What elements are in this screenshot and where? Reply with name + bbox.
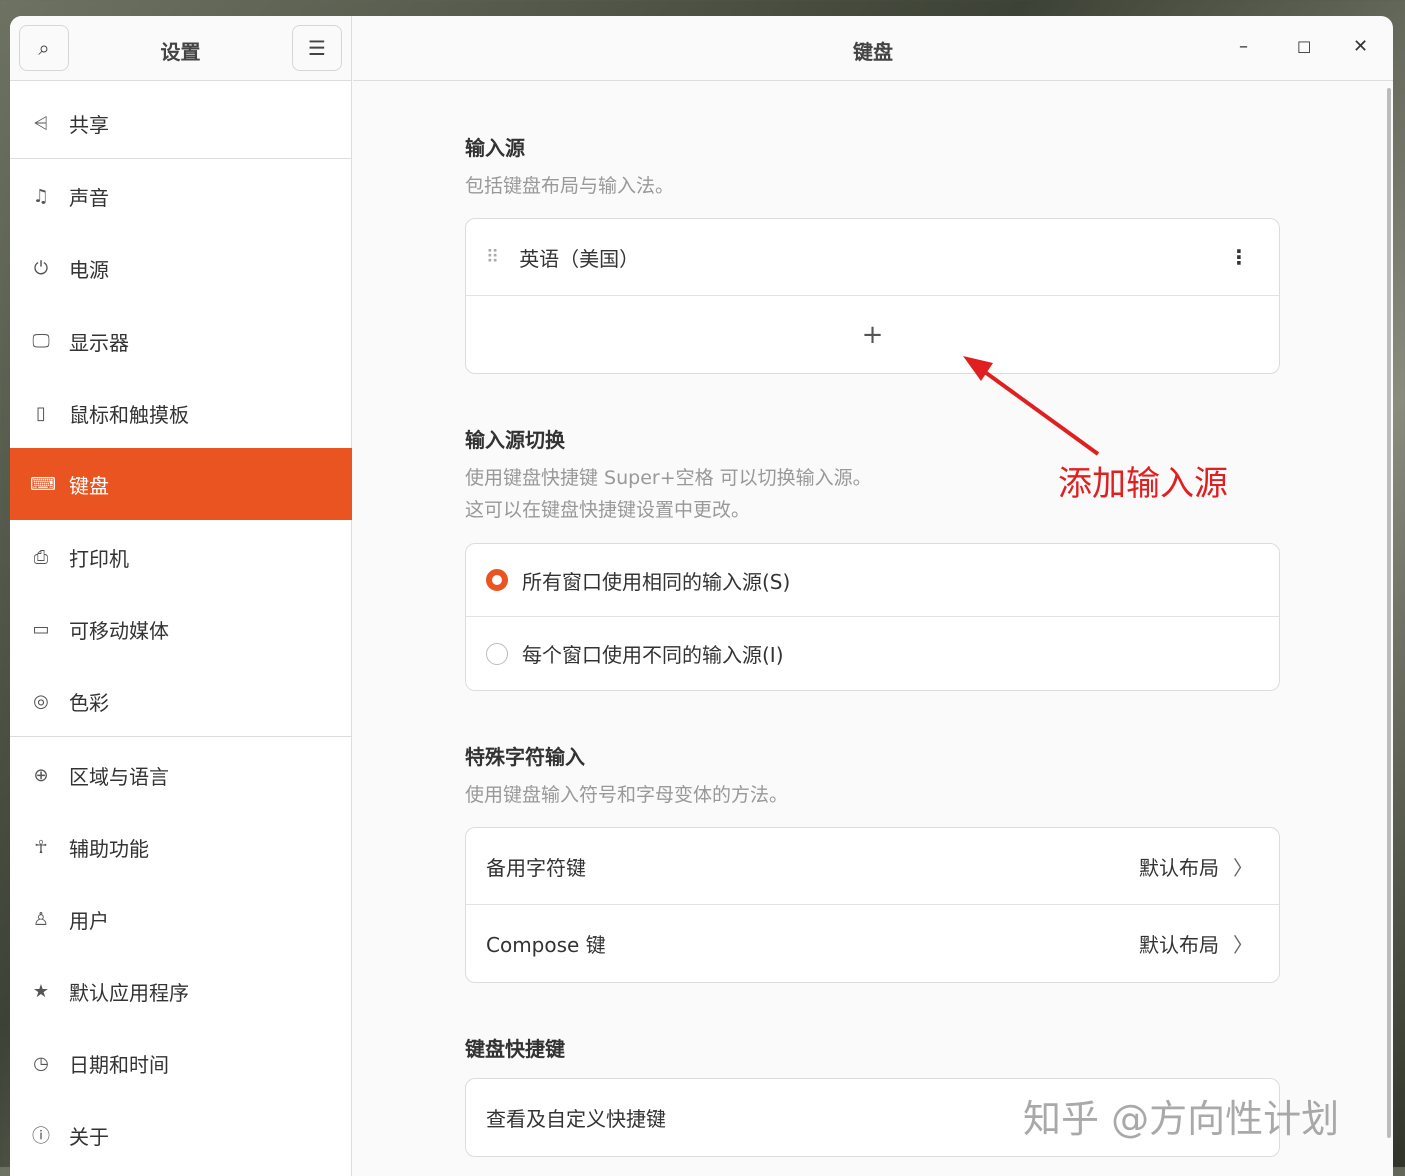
watermark: 知乎 @方向性计划 [1023,1097,1340,1141]
sidebar-item-label: 鼠标和触摸板 [69,402,189,427]
sidebar-item-label: 显示器 [69,330,129,355]
annotation-text: 添加输入源 [1058,464,1228,504]
sidebar-item[interactable]: ⎙ 打印机 [10,521,352,593]
chevron-right-icon: 〉 [1233,933,1253,957]
input-source-row[interactable]: ⠿ 英语（美国） ⋮ [466,219,1279,296]
radio-same-source[interactable]: 所有窗口使用相同的输入源(S) [466,544,1279,617]
sidebar-item[interactable]: ◷ 日期和时间 [10,1027,352,1099]
sidebar-item-label: 可移动媒体 [69,618,169,643]
row-label: 备用字符键 [486,855,586,880]
power-icon: ⏻ [33,257,49,279]
removable-media-icon: ▭ [32,618,50,640]
sidebar-item[interactable]: ♙ 用户 [10,883,352,955]
sidebar-item[interactable]: ▯ 鼠标和触摸板 [10,377,352,449]
section-desc: 这可以在键盘快捷键设置中更改。 [465,499,751,521]
star-icon: ★ [32,980,50,1002]
sidebar-item[interactable]: 🖵 显示器 [10,305,352,377]
share-icon: ⩤ [33,112,49,134]
minimize-button[interactable]: – [1239,36,1248,57]
accessibility-icon: ☥ [34,836,48,858]
section-title-input-sources: 输入源 [465,136,525,160]
sidebar-item[interactable]: ◎ 色彩 [10,665,352,737]
section-title-shortcuts: 键盘快捷键 [465,1037,565,1061]
sidebar-item-label: 共享 [69,112,109,137]
section-desc: 包括键盘布局与输入法。 [465,175,675,197]
scrollbar[interactable] [1387,88,1391,1138]
radio-button[interactable] [486,569,508,591]
display-icon: 🖵 [32,330,50,352]
clock-icon: ◷ [33,1052,49,1074]
sidebar-item[interactable]: ★ 默认应用程序 [10,955,352,1027]
menu-button[interactable]: ☰ [292,25,342,71]
page-title: 键盘 [853,40,893,64]
sidebar-item-label: 辅助功能 [69,836,149,861]
sidebar-item-label: 用户 [69,908,109,933]
option-label: 所有窗口使用相同的输入源(S) [522,569,791,594]
music-note-icon: ♫ [32,185,50,207]
sidebar-item-label: 电源 [69,257,109,282]
switching-options: 所有窗口使用相同的输入源(S) 每个窗口使用不同的输入源(I) [465,543,1280,691]
sidebar-item-label: 默认应用程序 [69,980,189,1005]
settings-window: ⌕ 设置 ☰ ⩤ 共享 ♫ 声音 ⏻ 电源 🖵 显示器 ▯ 鼠标和触摸板 ⌨ 键盘 ⎙ 打印机 ▭ 可移动媒体… [10,16,1393,1176]
sidebar-item[interactable]: ⌨ 键盘 [10,448,352,520]
close-button[interactable]: ✕ [1353,36,1368,57]
printer-icon: ⎙ [33,546,49,568]
sidebar-item-label: 键盘 [69,473,109,498]
sidebar-item-label: 打印机 [69,546,129,571]
sidebar-item[interactable]: ☥ 辅助功能 [10,811,352,883]
sidebar-item[interactable]: ⊕ 区域与语言 [10,739,352,811]
divider [10,158,352,159]
user-icon: ♙ [32,908,50,930]
row-label: 查看及自定义快捷键 [486,1107,666,1131]
mouse-icon: ▯ [36,402,46,424]
sidebar-item[interactable]: ⩤ 共享 [10,87,352,159]
section-desc: 使用键盘快捷键 Super+空格 可以切换输入源。 [465,467,872,489]
alternate-chars-key-row[interactable]: 备用字符键 默认布局〉 [466,828,1279,905]
sidebar-item-label: 色彩 [69,690,109,715]
sidebar-item[interactable]: ♫ 声音 [10,160,352,232]
input-sources-list: ⠿ 英语（美国） ⋮ + [465,218,1280,374]
info-icon: ⓘ [32,1126,50,1147]
sidebar-item[interactable]: ▭ 可移动媒体 [10,593,352,665]
section-desc: 使用键盘输入符号和字母变体的方法。 [465,784,789,806]
chevron-right-icon: 〉 [1233,855,1253,880]
radio-button[interactable] [486,642,508,665]
row-value: 默认布局 [1139,855,1219,880]
sidebar-item-label: 日期和时间 [69,1052,169,1077]
color-icon: ◎ [33,690,49,712]
drag-handle-icon[interactable]: ⠿ [486,247,499,268]
row-value: 默认布局 [1139,933,1219,957]
sidebar-item-label: 关于 [69,1124,109,1149]
row-label: Compose 键 [486,933,606,957]
input-source-label: 英语（美国） [519,246,640,271]
maximize-button[interactable]: ☐ [1297,38,1311,57]
sidebar-item-label: 声音 [69,185,109,210]
globe-icon: ⊕ [33,764,49,786]
radio-different-source[interactable]: 每个窗口使用不同的输入源(I) [466,617,1279,690]
section-title-switching: 输入源切换 [465,428,565,452]
compose-key-row[interactable]: Compose 键 默认布局〉 [466,905,1279,982]
sidebar-item[interactable]: ⏻ 电源 [10,232,352,304]
more-options-icon[interactable]: ⋮ [1229,245,1249,269]
sidebar-item[interactable]: ⓘ 关于 [10,1099,352,1171]
header-bar: 键盘 – ☐ ✕ [353,16,1393,81]
divider [10,736,352,737]
keyboard-icon: ⌨ [30,473,56,495]
annotation-arrow [963,356,1100,456]
add-input-source-button[interactable]: + [466,296,1279,373]
sidebar-item-label: 区域与语言 [69,764,169,789]
section-title-special: 特殊字符输入 [465,745,585,769]
sidebar-header: ⌕ 设置 ☰ [10,16,351,81]
sidebar: ⌕ 设置 ☰ ⩤ 共享 ♫ 声音 ⏻ 电源 🖵 显示器 ▯ 鼠标和触摸板 ⌨ 键盘 ⎙ 打印机 ▭ 可移动媒体… [10,16,352,1176]
hamburger-icon: ☰ [308,36,326,60]
plus-icon: + [861,319,884,350]
main-panel: 键盘 – ☐ ✕ 输入源 包括键盘布局与输入法。 ⠿ 英语（美国） ⋮ + 添加… [353,16,1393,1176]
option-label: 每个窗口使用不同的输入源(I) [522,643,784,667]
special-chars-list: 备用字符键 默认布局〉 Compose 键默认布局〉 [465,827,1280,983]
